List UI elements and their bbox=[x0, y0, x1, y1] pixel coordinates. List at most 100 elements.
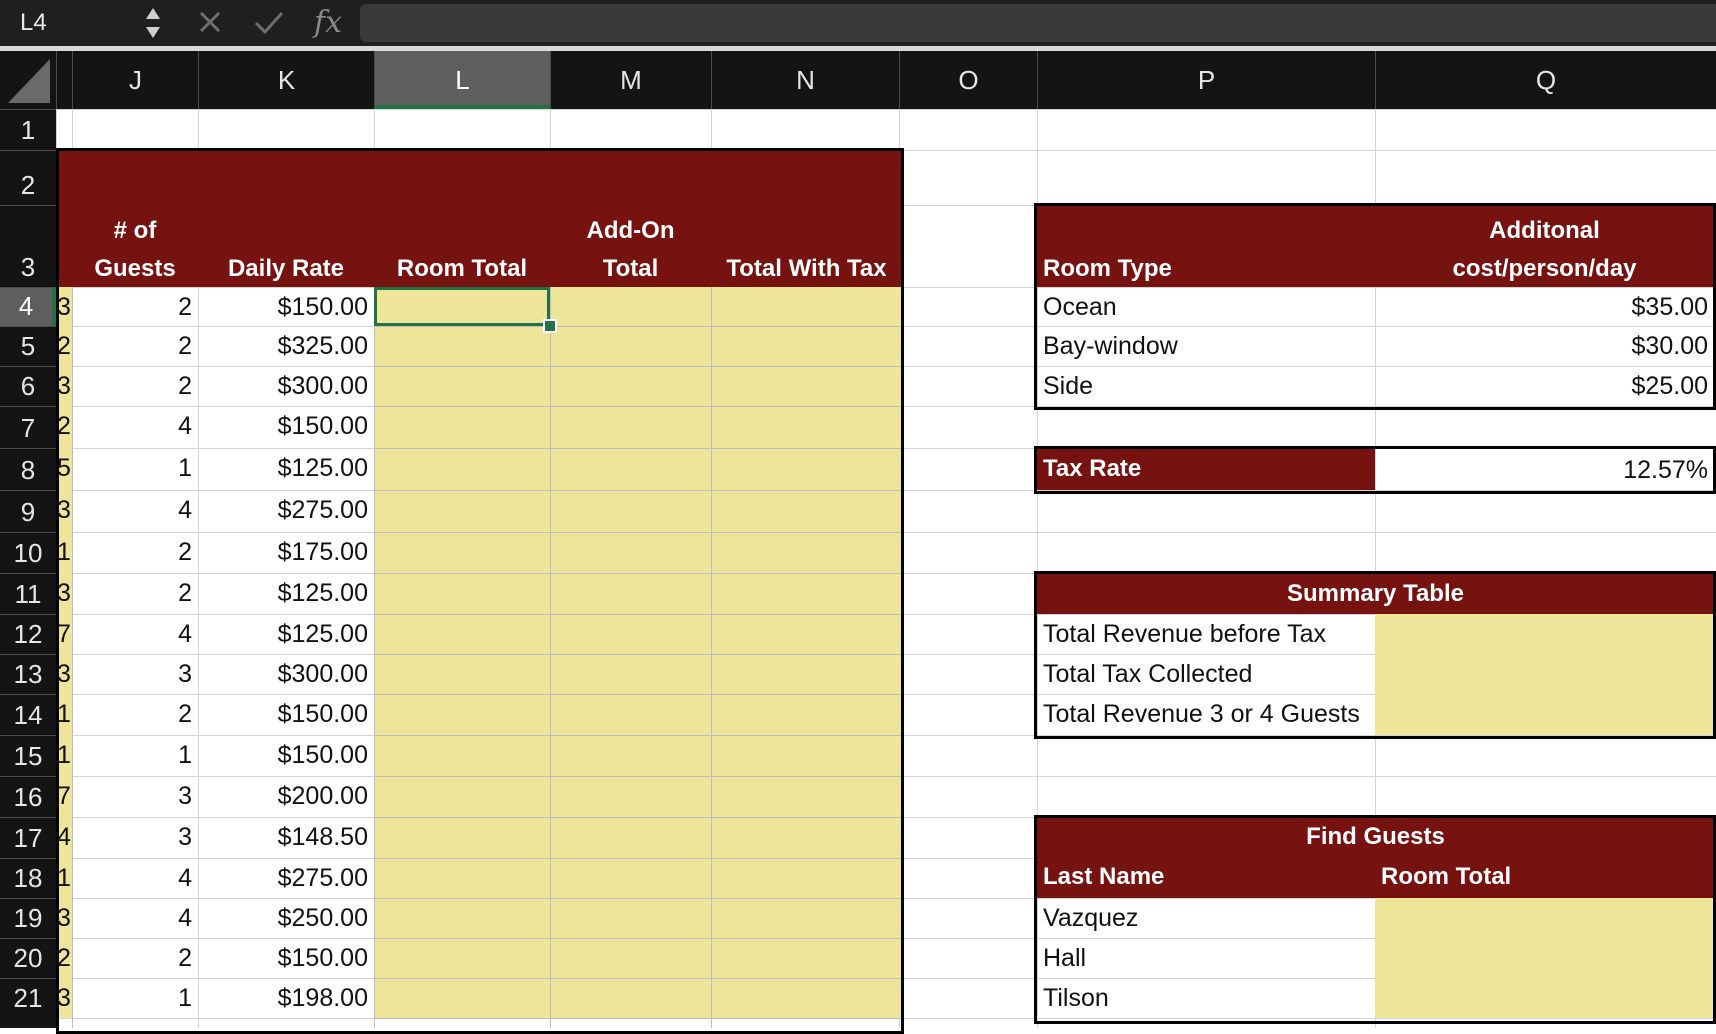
total-with-tax-cell[interactable] bbox=[711, 938, 902, 978]
row-header-16[interactable]: 16 bbox=[0, 776, 56, 817]
daily-rate-cell[interactable]: $325.00 bbox=[198, 327, 368, 367]
name-box-stepper-icon[interactable] bbox=[144, 5, 162, 41]
check-icon[interactable] bbox=[254, 0, 284, 46]
additional-cost-cell[interactable]: $25.00 bbox=[1375, 367, 1708, 405]
total-with-tax-cell[interactable] bbox=[711, 694, 902, 735]
total-with-tax-cell[interactable] bbox=[711, 448, 902, 490]
room-total-cell[interactable] bbox=[374, 817, 550, 858]
daily-rate-cell[interactable]: $275.00 bbox=[198, 859, 368, 899]
daily-rate-cell[interactable]: $300.00 bbox=[198, 655, 368, 695]
total-with-tax-cell[interactable] bbox=[711, 776, 902, 817]
room-total-cell[interactable] bbox=[374, 735, 550, 776]
close-icon[interactable] bbox=[198, 0, 222, 46]
row-header-8[interactable]: 8 bbox=[0, 448, 56, 490]
room-total-cell[interactable] bbox=[374, 490, 550, 532]
room-total-cell[interactable] bbox=[374, 406, 550, 448]
guests-cell[interactable]: 4 bbox=[72, 615, 192, 655]
daily-rate-cell[interactable]: $150.00 bbox=[198, 695, 368, 736]
daily-rate-cell[interactable]: $150.00 bbox=[198, 407, 368, 449]
guests-cell[interactable]: 1 bbox=[72, 736, 192, 777]
column-header-k[interactable]: K bbox=[198, 51, 374, 109]
row-header-21[interactable]: 21 bbox=[0, 978, 56, 1018]
addon-total-cell[interactable] bbox=[550, 287, 711, 326]
guests-cell[interactable]: 3 bbox=[72, 777, 192, 818]
addon-total-cell[interactable] bbox=[550, 326, 711, 366]
guest-last-name[interactable]: Vazquez bbox=[1043, 899, 1363, 939]
addon-total-cell[interactable] bbox=[550, 573, 711, 614]
guests-cell[interactable]: 2 bbox=[72, 327, 192, 367]
daily-rate-cell[interactable]: $200.00 bbox=[198, 777, 368, 818]
daily-rate-cell[interactable]: $300.00 bbox=[198, 367, 368, 407]
active-cell-l4[interactable] bbox=[374, 287, 550, 326]
guests-cell[interactable]: 2 bbox=[72, 695, 192, 736]
addon-total-cell[interactable] bbox=[550, 735, 711, 776]
select-all-button[interactable] bbox=[0, 51, 56, 109]
fill-handle[interactable] bbox=[543, 319, 557, 333]
guests-cell[interactable]: 4 bbox=[72, 407, 192, 449]
addon-total-cell[interactable] bbox=[550, 366, 711, 406]
addon-total-cell[interactable] bbox=[550, 490, 711, 532]
room-total-cell[interactable] bbox=[374, 654, 550, 694]
row-header-19[interactable]: 19 bbox=[0, 898, 56, 938]
addon-total-cell[interactable] bbox=[550, 776, 711, 817]
summary-value-cell[interactable] bbox=[1375, 614, 1714, 654]
addon-total-cell[interactable] bbox=[550, 898, 711, 938]
total-with-tax-cell[interactable] bbox=[711, 287, 902, 326]
room-total-cell[interactable] bbox=[374, 694, 550, 735]
guest-room-total-cell[interactable] bbox=[1375, 978, 1714, 1018]
column-header-m[interactable]: M bbox=[550, 51, 711, 109]
daily-rate-cell[interactable]: $148.50 bbox=[198, 818, 368, 859]
row-header-4[interactable]: 4 bbox=[0, 287, 56, 326]
total-with-tax-cell[interactable] bbox=[711, 978, 902, 1018]
addon-total-cell[interactable] bbox=[550, 406, 711, 448]
room-total-cell[interactable] bbox=[374, 978, 550, 1018]
guest-room-total-cell[interactable] bbox=[1375, 938, 1714, 978]
row-header-6[interactable]: 6 bbox=[0, 366, 56, 406]
guests-cell[interactable]: 2 bbox=[72, 533, 192, 574]
guests-cell[interactable]: 4 bbox=[72, 859, 192, 899]
room-type-cell[interactable]: Ocean bbox=[1043, 288, 1363, 326]
total-with-tax-cell[interactable] bbox=[711, 366, 902, 406]
column-header-j[interactable]: J bbox=[72, 51, 198, 109]
total-with-tax-cell[interactable] bbox=[711, 817, 902, 858]
daily-rate-cell[interactable]: $150.00 bbox=[198, 736, 368, 777]
total-with-tax-cell[interactable] bbox=[711, 326, 902, 366]
sheet-grid[interactable]: # of Guests Daily Rate Room Total Add-On Tota… bbox=[56, 109, 1716, 1034]
column-header-q[interactable]: Q bbox=[1375, 51, 1716, 109]
total-with-tax-cell[interactable] bbox=[711, 490, 902, 532]
total-with-tax-cell[interactable] bbox=[711, 532, 902, 573]
guests-cell[interactable]: 2 bbox=[72, 939, 192, 979]
row-header-13[interactable]: 13 bbox=[0, 654, 56, 694]
row-header-9[interactable]: 9 bbox=[0, 490, 56, 532]
name-box[interactable]: L4 bbox=[0, 0, 166, 46]
room-type-cell[interactable]: Bay-window bbox=[1043, 327, 1363, 365]
column-header-i[interactable] bbox=[56, 51, 72, 109]
room-total-cell[interactable] bbox=[374, 326, 550, 366]
total-with-tax-cell[interactable] bbox=[711, 406, 902, 448]
row-header-7[interactable]: 7 bbox=[0, 406, 56, 448]
addon-total-cell[interactable] bbox=[550, 614, 711, 654]
daily-rate-cell[interactable]: $275.00 bbox=[198, 491, 368, 533]
guests-cell[interactable]: 3 bbox=[72, 655, 192, 695]
column-header-n[interactable]: N bbox=[711, 51, 899, 109]
room-total-cell[interactable] bbox=[374, 448, 550, 490]
additional-cost-cell[interactable]: $35.00 bbox=[1375, 288, 1708, 326]
total-with-tax-cell[interactable] bbox=[711, 735, 902, 776]
room-total-cell[interactable] bbox=[374, 938, 550, 978]
guests-cell[interactable]: 4 bbox=[72, 899, 192, 939]
column-header-l[interactable]: L bbox=[374, 51, 550, 109]
row-header-17[interactable]: 17 bbox=[0, 817, 56, 858]
column-header-p[interactable]: P bbox=[1037, 51, 1375, 109]
guests-cell[interactable]: 3 bbox=[72, 818, 192, 859]
addon-total-cell[interactable] bbox=[550, 654, 711, 694]
addon-total-cell[interactable] bbox=[550, 817, 711, 858]
addon-total-cell[interactable] bbox=[550, 694, 711, 735]
daily-rate-cell[interactable]: $250.00 bbox=[198, 899, 368, 939]
addon-total-cell[interactable] bbox=[550, 938, 711, 978]
guest-room-total-cell[interactable] bbox=[1375, 898, 1714, 938]
daily-rate-cell[interactable]: $125.00 bbox=[198, 449, 368, 491]
room-total-cell[interactable] bbox=[374, 858, 550, 898]
total-with-tax-cell[interactable] bbox=[711, 898, 902, 938]
guests-cell[interactable]: 1 bbox=[72, 979, 192, 1019]
formula-input[interactable] bbox=[360, 4, 1716, 42]
